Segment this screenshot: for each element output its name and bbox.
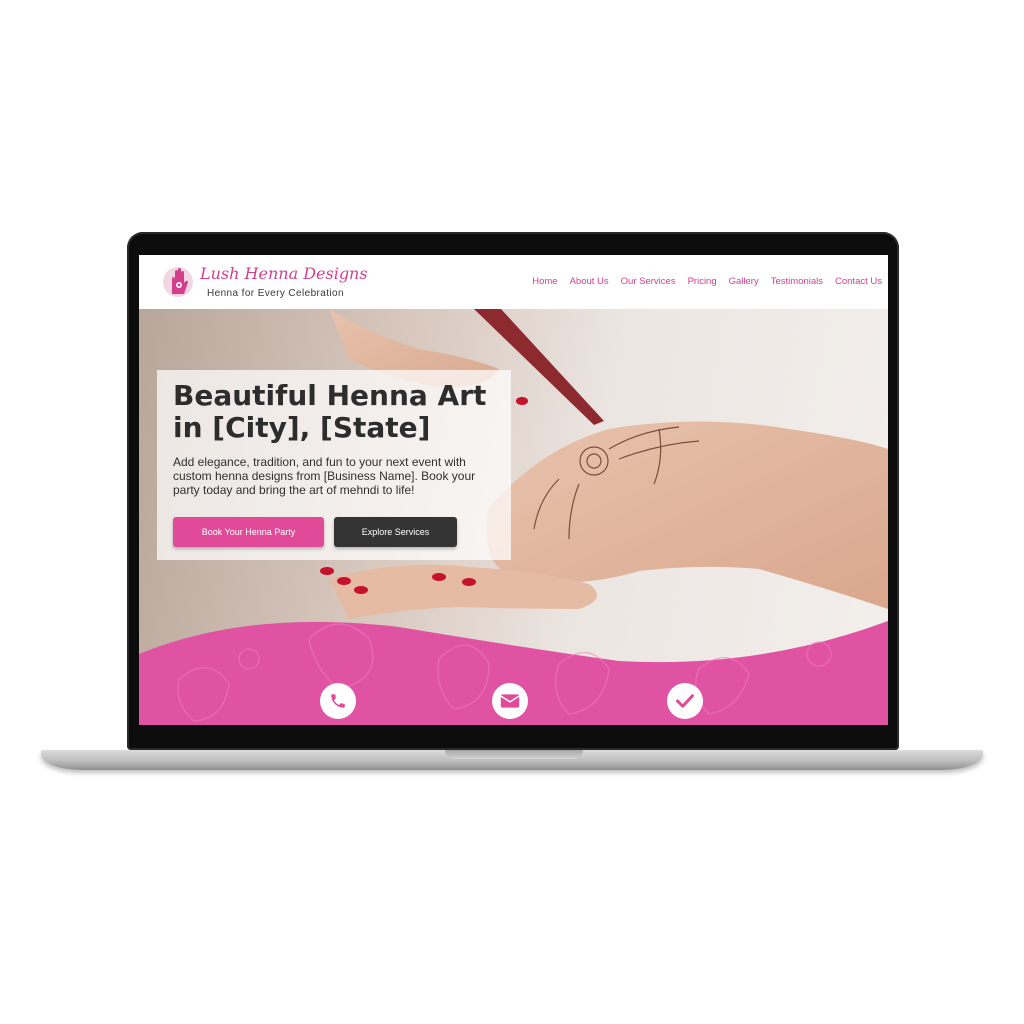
website-screen: Lush Henna Designs Henna for Every Celeb… — [139, 255, 888, 725]
nav-pricing[interactable]: Pricing — [688, 276, 717, 287]
brand-tagline: Henna for Every Celebration — [207, 288, 344, 299]
envelope-icon — [500, 694, 520, 708]
henna-hand-logo-icon[interactable] — [163, 264, 193, 298]
checkmark-circle[interactable] — [667, 683, 703, 719]
nav-contact-us[interactable]: Contact Us — [835, 276, 882, 287]
checkmark-icon — [676, 694, 694, 708]
phone-circle[interactable] — [320, 683, 356, 719]
laptop-notch — [445, 750, 583, 759]
nav-gallery[interactable]: Gallery — [729, 276, 759, 287]
nav-testimonials[interactable]: Testimonials — [771, 276, 823, 287]
main-nav: Home About Us Our Services Pricing Galle… — [532, 276, 882, 287]
brand-name[interactable]: Lush Henna Designs — [200, 264, 368, 283]
nav-our-services[interactable]: Our Services — [621, 276, 676, 287]
hero-section: Beautiful Henna Art in [City], [State] A… — [139, 309, 888, 725]
pink-wave-band — [139, 621, 888, 725]
phone-icon — [331, 694, 345, 708]
laptop-frame: Lush Henna Designs Henna for Every Celeb… — [0, 0, 1024, 1024]
nav-home[interactable]: Home — [532, 276, 557, 287]
nav-about-us[interactable]: About Us — [570, 276, 609, 287]
site-header: Lush Henna Designs Henna for Every Celeb… — [139, 255, 888, 309]
envelope-circle[interactable] — [492, 683, 528, 719]
